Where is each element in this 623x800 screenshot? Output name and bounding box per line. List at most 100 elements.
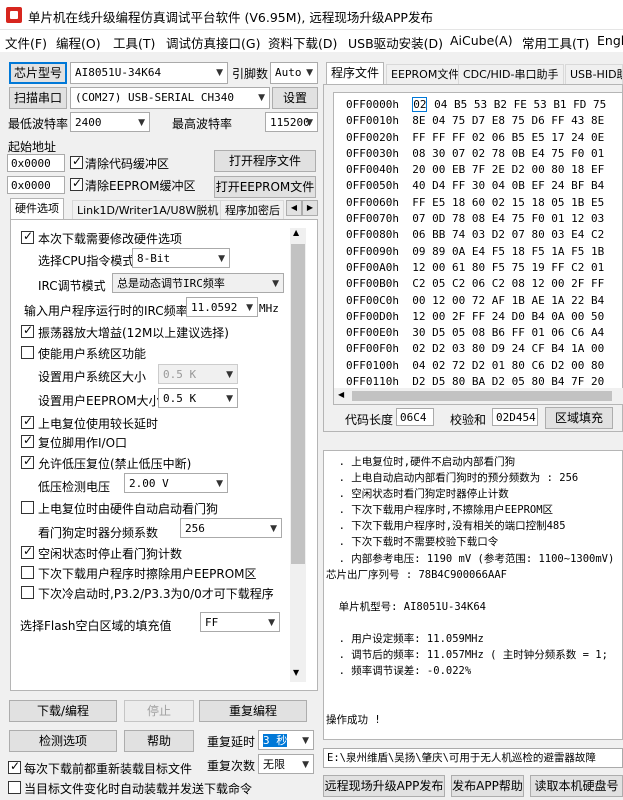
menu-english[interactable]: Engl [597, 33, 623, 48]
settings-button[interactable]: 设置 [272, 87, 318, 109]
user-sys-size-select[interactable]: 0.5 K ▼ [158, 364, 238, 384]
erase-eeprom-checkbox[interactable] [21, 566, 34, 579]
scan-port-button[interactable]: 扫描串口 [9, 87, 67, 109]
publish-app-button[interactable]: 远程现场升级APP发布 [323, 775, 445, 797]
hex-bytes[interactable]: 12 00 61 80 F5 75 19 FF C2 01 [412, 261, 604, 274]
clear-eeprom-checkbox[interactable] [70, 176, 83, 191]
hex-bytes[interactable]: FF FF FF 02 06 B5 E5 17 24 0E [412, 131, 604, 144]
hex-bytes[interactable]: 40 D4 FF 30 04 0B EF 24 BF B4 [412, 179, 604, 192]
lvr-checkbox[interactable] [21, 454, 34, 469]
user-eeprom-select[interactable]: 0.5 K ▼ [158, 388, 238, 408]
hex-bytes[interactable]: D2 D5 80 BA D2 05 80 B4 7F 20 [412, 375, 604, 387]
scrollbar-thumb[interactable] [291, 244, 305, 564]
tab-usb-hid[interactable]: USB-HID助 [565, 64, 623, 85]
code-address-input[interactable]: 0x0000 [7, 154, 65, 172]
hex-bytes[interactable]: 04 02 72 D2 01 80 C6 D2 00 80 [412, 359, 604, 372]
scroll-left-icon[interactable]: ◀ [338, 390, 344, 399]
scroll-up-icon[interactable]: ▲ [293, 228, 299, 237]
port-select[interactable]: (COM27) USB-SERIAL CH340 ▼ [70, 87, 270, 109]
menu-aicube[interactable]: AiCube(A) [450, 33, 513, 48]
min-baud-select[interactable]: 2400 ▼ [70, 112, 150, 132]
p32-p33-checkbox[interactable] [21, 586, 34, 599]
hex-data-view[interactable]: 0FF0000h 02 04 B5 53 B2 FE 53 B1 FD 75 0F… [346, 97, 623, 387]
hex-row[interactable]: 0FF00D0h 12 00 2F FF 24 D0 B4 0A 00 50 [346, 309, 623, 325]
hex-bytes[interactable]: 06 BB 74 03 D2 07 80 03 E4 C2 [412, 228, 604, 241]
hex-bytes[interactable]: 00 12 00 72 AF 1B AE 1A 22 B4 [412, 294, 604, 307]
osc-gain-checkbox[interactable] [21, 323, 34, 338]
irc-freq-select[interactable]: 11.0592 ▼ [186, 297, 258, 317]
check-options-button[interactable]: 检测选项 [9, 730, 117, 752]
hex-bytes[interactable]: 07 0D 78 08 E4 75 F0 01 12 03 [412, 212, 604, 225]
hex-row[interactable]: 0FF00F0h 02 D2 03 80 D9 24 CF B4 1A 00 [346, 341, 623, 357]
hex-bytes[interactable]: 02 04 B5 53 B2 FE 53 B1 FD 75 [412, 97, 606, 112]
scroll-down-icon[interactable]: ▼ [293, 668, 299, 677]
menu-tools[interactable]: 工具(T) [113, 33, 155, 52]
hex-bytes[interactable]: 12 00 2F FF 24 D0 B4 0A 00 50 [412, 310, 604, 323]
reset-io-checkbox[interactable] [21, 433, 34, 448]
clear-code-checkbox[interactable] [70, 154, 83, 169]
open-eeprom-file-button[interactable]: 打开EEPROM文件 [214, 176, 316, 198]
download-button[interactable]: 下载/编程 [9, 700, 117, 722]
fill-value-select[interactable]: FF ▼ [200, 612, 280, 632]
repeat-delay-select[interactable]: 3 秒 ▼ [258, 730, 314, 750]
tab-scroll-right-icon[interactable]: ▶ [302, 200, 318, 216]
menu-usb-driver[interactable]: USB驱动安装(D) [348, 33, 443, 52]
auto-load-checkbox[interactable] [8, 781, 21, 794]
chip-model-select[interactable]: AI8051U-34K64 ▼ [70, 62, 228, 84]
menu-download[interactable]: 资料下载(D) [268, 33, 337, 52]
hex-row[interactable]: 0FF0010h 8E 04 75 D7 E8 75 D6 FF 43 8E [346, 113, 623, 129]
tab-encryption[interactable]: 程序加密后 [220, 200, 284, 221]
user-sys-checkbox[interactable] [21, 346, 34, 359]
hex-row[interactable]: 0FF0020h FF FF FF 02 06 B5 E5 17 24 0E [346, 130, 623, 146]
hex-row[interactable]: 0FF0050h 40 D4 FF 30 04 0B EF 24 BF B4 [346, 178, 623, 194]
hex-row[interactable]: 0FF0060h FF E5 18 60 02 15 18 05 1B E5 [346, 195, 623, 211]
tab-eeprom-file[interactable]: EEPROM文件 [386, 64, 465, 85]
repeat-count-select[interactable]: 无限 ▼ [258, 754, 314, 774]
hex-row[interactable]: 0FF0040h 20 00 EB 7F 2E D2 00 80 18 EF [346, 162, 623, 178]
hex-bytes[interactable]: FF E5 18 60 02 15 18 05 1B E5 [412, 196, 604, 209]
hex-row[interactable]: 0FF0000h 02 04 B5 53 B2 FE 53 B1 FD 75 [346, 97, 623, 113]
hex-bytes[interactable]: 02 D2 03 80 D9 24 CF B4 1A 00 [412, 342, 604, 355]
hex-row[interactable]: 0FF00B0h C2 05 C2 06 C2 08 12 00 2F FF [346, 276, 623, 292]
hex-row[interactable]: 0FF00E0h 30 D5 05 08 B6 FF 01 06 C6 A4 [346, 325, 623, 341]
fill-area-button[interactable]: 区域填充 [545, 407, 613, 429]
wdt-div-select[interactable]: 256 ▼ [180, 518, 282, 538]
auto-wdt-checkbox[interactable] [21, 501, 34, 514]
hex-row[interactable]: 0FF0030h 08 30 07 02 78 0B E4 75 F0 01 [346, 146, 623, 162]
hex-scroll-thumb[interactable] [352, 391, 612, 401]
hex-row[interactable]: 0FF0110h D2 D5 80 BA D2 05 80 B4 7F 20 [346, 374, 623, 387]
max-baud-select[interactable]: 115200 ▼ [265, 112, 318, 132]
tab-serial-helper[interactable]: CDC/HID-串口助手 [458, 64, 564, 85]
options-scrollbar[interactable]: ▲ ▼ [290, 228, 306, 682]
reload-checkbox[interactable] [8, 759, 21, 774]
long-reset-checkbox[interactable] [21, 414, 34, 429]
menu-file[interactable]: 文件(F) [5, 33, 47, 52]
hex-bytes[interactable]: 30 D5 05 08 B6 FF 01 06 C6 A4 [412, 326, 604, 339]
help-button[interactable]: 帮助 [124, 730, 194, 752]
open-program-file-button[interactable]: 打开程序文件 [214, 150, 316, 172]
hex-bytes[interactable]: 08 30 07 02 78 0B E4 75 F0 01 [412, 147, 604, 160]
tab-program-file[interactable]: 程序文件 [326, 62, 385, 84]
hex-horizontal-scrollbar[interactable]: ◀ [334, 388, 623, 404]
hex-bytes[interactable]: C2 05 C2 06 C2 08 12 00 2F FF [412, 277, 604, 290]
tab-scroll-left-icon[interactable]: ◀ [286, 200, 302, 216]
idle-wdt-checkbox[interactable] [21, 544, 34, 559]
stop-button[interactable]: 停止 [124, 700, 194, 722]
hex-bytes[interactable]: 8E 04 75 D7 E8 75 D6 FF 43 8E [412, 114, 604, 127]
hex-row[interactable]: 0FF00C0h 00 12 00 72 AF 1B AE 1A 22 B4 [346, 293, 623, 309]
hex-row[interactable]: 0FF0090h 09 89 0A E4 F5 18 F5 1A F5 1B [346, 244, 623, 260]
hex-bytes[interactable]: 20 00 EB 7F 2E D2 00 80 18 EF [412, 163, 604, 176]
pin-count-select[interactable]: Auto ▼ [270, 62, 318, 84]
hex-bytes[interactable]: 09 89 0A E4 F5 18 F5 1A F5 1B [412, 245, 604, 258]
lvd-select[interactable]: 2.00 V ▼ [124, 473, 228, 493]
read-disk-id-button[interactable]: 读取本机硬盘号 [530, 775, 623, 797]
tab-offline[interactable]: Link1D/Writer1A/U8W脱机 [72, 200, 224, 221]
hex-row[interactable]: 0FF00A0h 12 00 61 80 F5 75 19 FF C2 01 [346, 260, 623, 276]
hex-row[interactable]: 0FF0100h 04 02 72 D2 01 80 C6 D2 00 80 [346, 358, 623, 374]
eeprom-address-input[interactable]: 0x0000 [7, 176, 65, 194]
modify-hardware-checkbox[interactable] [21, 229, 34, 244]
publish-help-button[interactable]: 发布APP帮助 [451, 775, 524, 797]
hex-row[interactable]: 0FF0070h 07 0D 78 08 E4 75 F0 01 12 03 [346, 211, 623, 227]
menu-program[interactable]: 编程(O) [56, 33, 101, 52]
chip-model-button[interactable]: 芯片型号 [9, 62, 67, 84]
